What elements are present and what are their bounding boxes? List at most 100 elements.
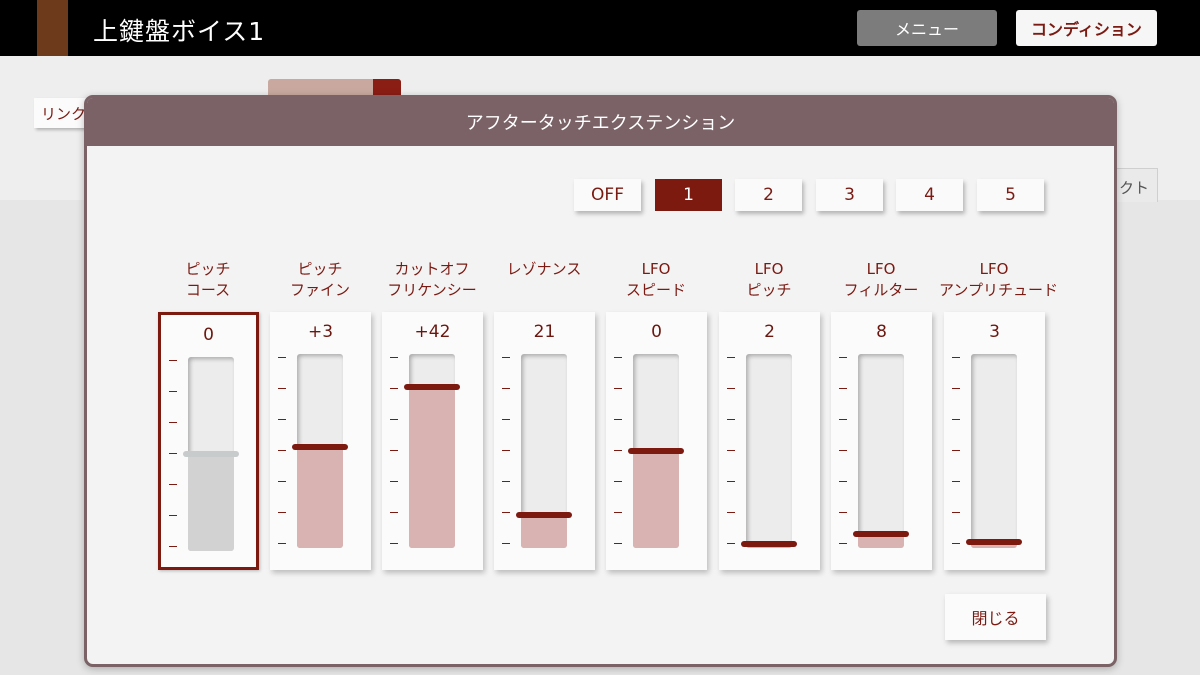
- slider-tick: [614, 512, 622, 513]
- param-label-line: LFO: [754, 260, 784, 278]
- slider-ticks: [169, 360, 179, 550]
- slider-ticks: [952, 357, 962, 547]
- param-slider[interactable]: 8: [831, 312, 932, 570]
- slider-handle[interactable]: [516, 512, 572, 518]
- slider-handle[interactable]: [404, 384, 460, 390]
- slider-tick: [278, 481, 286, 482]
- slider-tick: [614, 543, 622, 544]
- slider-tick: [952, 512, 960, 513]
- top-bar: 上鍵盤ボイス1 メニュー コンディション: [0, 0, 1200, 56]
- param-label: LFO スピード: [601, 259, 711, 301]
- slider-handle[interactable]: [183, 451, 239, 457]
- slider-fill: [188, 454, 234, 551]
- param-slider[interactable]: +3: [270, 312, 371, 570]
- title-accent: [37, 0, 68, 56]
- slider-ticks: [502, 357, 512, 547]
- slider-tick: [390, 388, 398, 389]
- param-label: ピッチ ファイン: [265, 259, 375, 301]
- selector-button-5[interactable]: 5: [977, 179, 1044, 211]
- param-value: +3: [307, 322, 334, 342]
- param-value: 2: [764, 322, 775, 342]
- slider-tick: [839, 543, 847, 544]
- param-label-line: ピッチ: [185, 260, 231, 278]
- slider-tick: [952, 388, 960, 389]
- slider-track[interactable]: [741, 354, 797, 548]
- slider-tick: [278, 388, 286, 389]
- param-value: +42: [414, 322, 451, 342]
- selector-button-4[interactable]: 4: [896, 179, 963, 211]
- slider-tick: [839, 419, 847, 420]
- param-value: 3: [989, 322, 1000, 342]
- param-slider[interactable]: +42: [382, 312, 483, 570]
- param-slider[interactable]: 21: [494, 312, 595, 570]
- param-label-line: フィルター: [843, 281, 919, 299]
- slider-handle[interactable]: [628, 448, 684, 454]
- slider-tick: [839, 388, 847, 389]
- slider-tick: [169, 484, 177, 485]
- slider-tick: [727, 419, 735, 420]
- slider-ticks: [727, 357, 737, 547]
- slider-tick: [278, 543, 286, 544]
- slider-tick: [502, 388, 510, 389]
- param-label-line: LFO: [866, 260, 896, 278]
- slider-tick: [502, 450, 510, 451]
- slider-tick: [390, 450, 398, 451]
- menu-button[interactable]: メニュー: [857, 10, 997, 46]
- slider-handle[interactable]: [966, 539, 1022, 545]
- slider-tick: [169, 546, 177, 547]
- param-label: ピッチ コース: [153, 259, 263, 301]
- slider-tick: [727, 450, 735, 451]
- slider-tick: [727, 543, 735, 544]
- slider-handle[interactable]: [853, 531, 909, 537]
- page-title: 上鍵盤ボイス1: [93, 17, 266, 46]
- slider-tick: [839, 357, 847, 358]
- slider-tick: [727, 481, 735, 482]
- param-label: カットオフ フリケンシー: [377, 259, 487, 301]
- param-slider[interactable]: 3: [944, 312, 1045, 570]
- slider-tick: [502, 419, 510, 420]
- slider-track[interactable]: [966, 354, 1022, 548]
- slider-handle[interactable]: [741, 541, 797, 547]
- slider-tick: [614, 357, 622, 358]
- slider-ticks: [839, 357, 849, 547]
- param-slider[interactable]: 0: [606, 312, 707, 570]
- slider-tick: [169, 515, 177, 516]
- slider-track[interactable]: [516, 354, 572, 548]
- slider-tick: [169, 453, 177, 454]
- selector-button-2[interactable]: 2: [735, 179, 802, 211]
- slider-track[interactable]: [183, 357, 239, 551]
- slider-tick: [278, 512, 286, 513]
- slider-handle[interactable]: [292, 444, 348, 450]
- slider-track[interactable]: [853, 354, 909, 548]
- close-button[interactable]: 閉じる: [945, 594, 1046, 640]
- slider-tick: [169, 391, 177, 392]
- slider-tick: [278, 357, 286, 358]
- param-label: LFO フィルター: [826, 259, 936, 301]
- param-label-line: LFO: [641, 260, 671, 278]
- selector-button-off[interactable]: OFF: [574, 179, 641, 211]
- slider-tick: [839, 450, 847, 451]
- slider-tick: [390, 481, 398, 482]
- slider-tick: [390, 543, 398, 544]
- param-slider[interactable]: 2: [719, 312, 820, 570]
- slider-track[interactable]: [404, 354, 460, 548]
- slider-tick: [614, 450, 622, 451]
- slider-tick: [390, 419, 398, 420]
- selector-button-1[interactable]: 1: [655, 179, 722, 211]
- param-slider[interactable]: 0: [158, 312, 259, 570]
- param-label-line: カットオフ: [394, 260, 470, 278]
- param-label: レゾナンス: [489, 259, 599, 280]
- selector-button-3[interactable]: 3: [816, 179, 883, 211]
- aftertouch-extension-dialog: アフタータッチエクステンション OFF 1 2 3 4 5 ピッチ コース 0 ピッチ ファイン +…: [84, 95, 1117, 667]
- slider-track[interactable]: [292, 354, 348, 548]
- slider-track[interactable]: [628, 354, 684, 548]
- param-label: LFO ピッチ: [714, 259, 824, 301]
- condition-button[interactable]: コンディション: [1016, 10, 1157, 46]
- slider-tick: [502, 512, 510, 513]
- slider-tick: [727, 512, 735, 513]
- slider-fill: [297, 447, 343, 548]
- slider-fill: [521, 515, 567, 548]
- slider-tick: [727, 357, 735, 358]
- slider-tick: [390, 512, 398, 513]
- param-label-line: ファイン: [289, 281, 350, 299]
